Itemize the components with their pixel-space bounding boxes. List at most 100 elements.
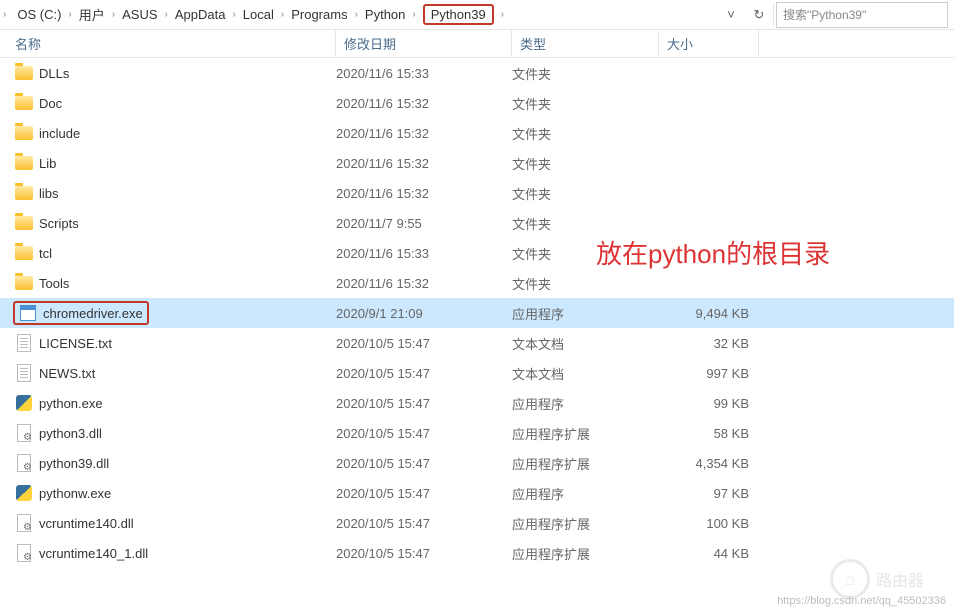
- file-name: Tools: [39, 276, 69, 291]
- file-name-cell: DLLs: [15, 64, 336, 82]
- breadcrumb-segment[interactable]: Python39: [419, 0, 498, 29]
- chevron-right-icon[interactable]: ›: [498, 9, 507, 20]
- file-type: 文件夹: [512, 214, 659, 233]
- file-date: 2020/11/7 9:55: [336, 216, 512, 231]
- column-size[interactable]: 大小: [659, 30, 759, 57]
- file-row[interactable]: include2020/11/6 15:32文件夹: [0, 118, 954, 148]
- breadcrumb-segment[interactable]: OS (C:): [13, 0, 65, 29]
- folder-icon: [15, 184, 33, 202]
- folder-icon: [15, 274, 33, 292]
- column-headers: 名称 修改日期 类型 大小: [0, 30, 954, 58]
- chevron-right-icon[interactable]: ›: [278, 9, 287, 20]
- file-name: python39.dll: [39, 456, 109, 471]
- column-type[interactable]: 类型: [512, 30, 659, 57]
- file-row[interactable]: python3.dll2020/10/5 15:47应用程序扩展58 KB: [0, 418, 954, 448]
- file-row[interactable]: libs2020/11/6 15:32文件夹: [0, 178, 954, 208]
- file-row[interactable]: tcl2020/11/6 15:33文件夹: [0, 238, 954, 268]
- txt-icon: [15, 334, 33, 352]
- file-name: DLLs: [39, 66, 69, 81]
- file-name-cell: pythonw.exe: [15, 484, 336, 502]
- file-row[interactable]: pythonw.exe2020/10/5 15:47应用程序97 KB: [0, 478, 954, 508]
- exe-icon: [19, 304, 37, 322]
- address-bar: › OS (C:)›用户›ASUS›AppData›Local›Programs…: [0, 0, 954, 30]
- file-row[interactable]: DLLs2020/11/6 15:33文件夹: [0, 58, 954, 88]
- breadcrumb-segment[interactable]: 用户: [75, 0, 109, 29]
- file-name-cell: python.exe: [15, 394, 336, 412]
- chevron-right-icon[interactable]: ›: [65, 9, 74, 20]
- file-size: 58 KB: [659, 426, 759, 441]
- search-placeholder: 搜索"Python39": [783, 6, 866, 23]
- chevron-right-icon[interactable]: ›: [109, 9, 118, 20]
- file-date: 2020/10/5 15:47: [336, 396, 512, 411]
- watermark-text: 路由器: [876, 567, 924, 591]
- file-name: LICENSE.txt: [39, 336, 112, 351]
- file-name: libs: [39, 186, 59, 201]
- file-size: 44 KB: [659, 546, 759, 561]
- file-date: 2020/10/5 15:47: [336, 426, 512, 441]
- file-size: 997 KB: [659, 366, 759, 381]
- breadcrumb-segment[interactable]: Programs: [287, 0, 351, 29]
- file-name: NEWS.txt: [39, 366, 95, 381]
- file-date: 2020/10/5 15:47: [336, 366, 512, 381]
- chevron-right-icon[interactable]: ›: [229, 9, 238, 20]
- file-name-cell: vcruntime140.dll: [15, 514, 336, 532]
- file-row[interactable]: vcruntime140_1.dll2020/10/5 15:47应用程序扩展4…: [0, 538, 954, 568]
- txt-icon: [15, 364, 33, 382]
- breadcrumb-root-chevron[interactable]: ›: [0, 9, 9, 20]
- breadcrumb-segment[interactable]: AppData: [171, 0, 230, 29]
- file-date: 2020/11/6 15:32: [336, 156, 512, 171]
- folder-icon: [15, 94, 33, 112]
- file-name: vcruntime140.dll: [39, 516, 134, 531]
- breadcrumb-segment[interactable]: ASUS: [118, 0, 161, 29]
- file-name-cell: Tools: [15, 274, 336, 292]
- file-row[interactable]: NEWS.txt2020/10/5 15:47文本文档997 KB: [0, 358, 954, 388]
- file-type: 文件夹: [512, 184, 659, 203]
- watermark-url: https://blog.csdn.net/qq_45502336: [777, 595, 946, 607]
- file-date: 2020/11/6 15:33: [336, 246, 512, 261]
- file-name-cell: python3.dll: [15, 424, 336, 442]
- folder-icon: [15, 214, 33, 232]
- file-type: 应用程序扩展: [512, 454, 659, 473]
- file-row[interactable]: LICENSE.txt2020/10/5 15:47文本文档32 KB: [0, 328, 954, 358]
- dll-icon: [15, 514, 33, 532]
- file-name-cell: NEWS.txt: [15, 364, 336, 382]
- file-row[interactable]: Lib2020/11/6 15:32文件夹: [0, 148, 954, 178]
- file-row[interactable]: python39.dll2020/10/5 15:47应用程序扩展4,354 K…: [0, 448, 954, 478]
- file-type: 应用程序扩展: [512, 544, 659, 563]
- file-type: 文件夹: [512, 244, 659, 263]
- dll-icon: [15, 544, 33, 562]
- file-row[interactable]: Scripts2020/11/7 9:55文件夹: [0, 208, 954, 238]
- column-date[interactable]: 修改日期: [336, 30, 512, 57]
- file-date: 2020/10/5 15:47: [336, 546, 512, 561]
- file-name-cell: libs: [15, 184, 336, 202]
- file-date: 2020/11/6 15:32: [336, 96, 512, 111]
- history-dropdown[interactable]: ˅: [719, 3, 743, 27]
- file-row[interactable]: vcruntime140.dll2020/10/5 15:47应用程序扩展100…: [0, 508, 954, 538]
- file-name-cell: tcl: [15, 244, 336, 262]
- file-row[interactable]: Doc2020/11/6 15:32文件夹: [0, 88, 954, 118]
- file-name: chromedriver.exe: [43, 306, 143, 321]
- file-size: 97 KB: [659, 486, 759, 501]
- refresh-button[interactable]: ↻: [747, 3, 771, 27]
- chevron-right-icon[interactable]: ›: [352, 9, 361, 20]
- file-name-cell: python39.dll: [15, 454, 336, 472]
- file-row[interactable]: Tools2020/11/6 15:32文件夹: [0, 268, 954, 298]
- breadcrumb-segment[interactable]: Python: [361, 0, 409, 29]
- file-date: 2020/9/1 21:09: [336, 306, 512, 321]
- search-input[interactable]: 搜索"Python39": [776, 2, 948, 28]
- file-date: 2020/10/5 15:47: [336, 336, 512, 351]
- file-name: python.exe: [39, 396, 103, 411]
- file-type: 文件夹: [512, 274, 659, 293]
- chevron-right-icon[interactable]: ›: [409, 9, 418, 20]
- file-name-cell: LICENSE.txt: [15, 334, 336, 352]
- column-name[interactable]: 名称: [0, 30, 336, 57]
- chevron-right-icon[interactable]: ›: [162, 9, 171, 20]
- file-row[interactable]: chromedriver.exe2020/9/1 21:09应用程序9,494 …: [0, 298, 954, 328]
- folder-icon: [15, 64, 33, 82]
- file-row[interactable]: python.exe2020/10/5 15:47应用程序99 KB: [0, 388, 954, 418]
- breadcrumb[interactable]: OS (C:)›用户›ASUS›AppData›Local›Programs›P…: [9, 0, 717, 29]
- file-name-cell: chromedriver.exe: [15, 301, 336, 325]
- file-list: DLLs2020/11/6 15:33文件夹Doc2020/11/6 15:32…: [0, 58, 954, 568]
- dll-icon: [15, 424, 33, 442]
- breadcrumb-segment[interactable]: Local: [239, 0, 278, 29]
